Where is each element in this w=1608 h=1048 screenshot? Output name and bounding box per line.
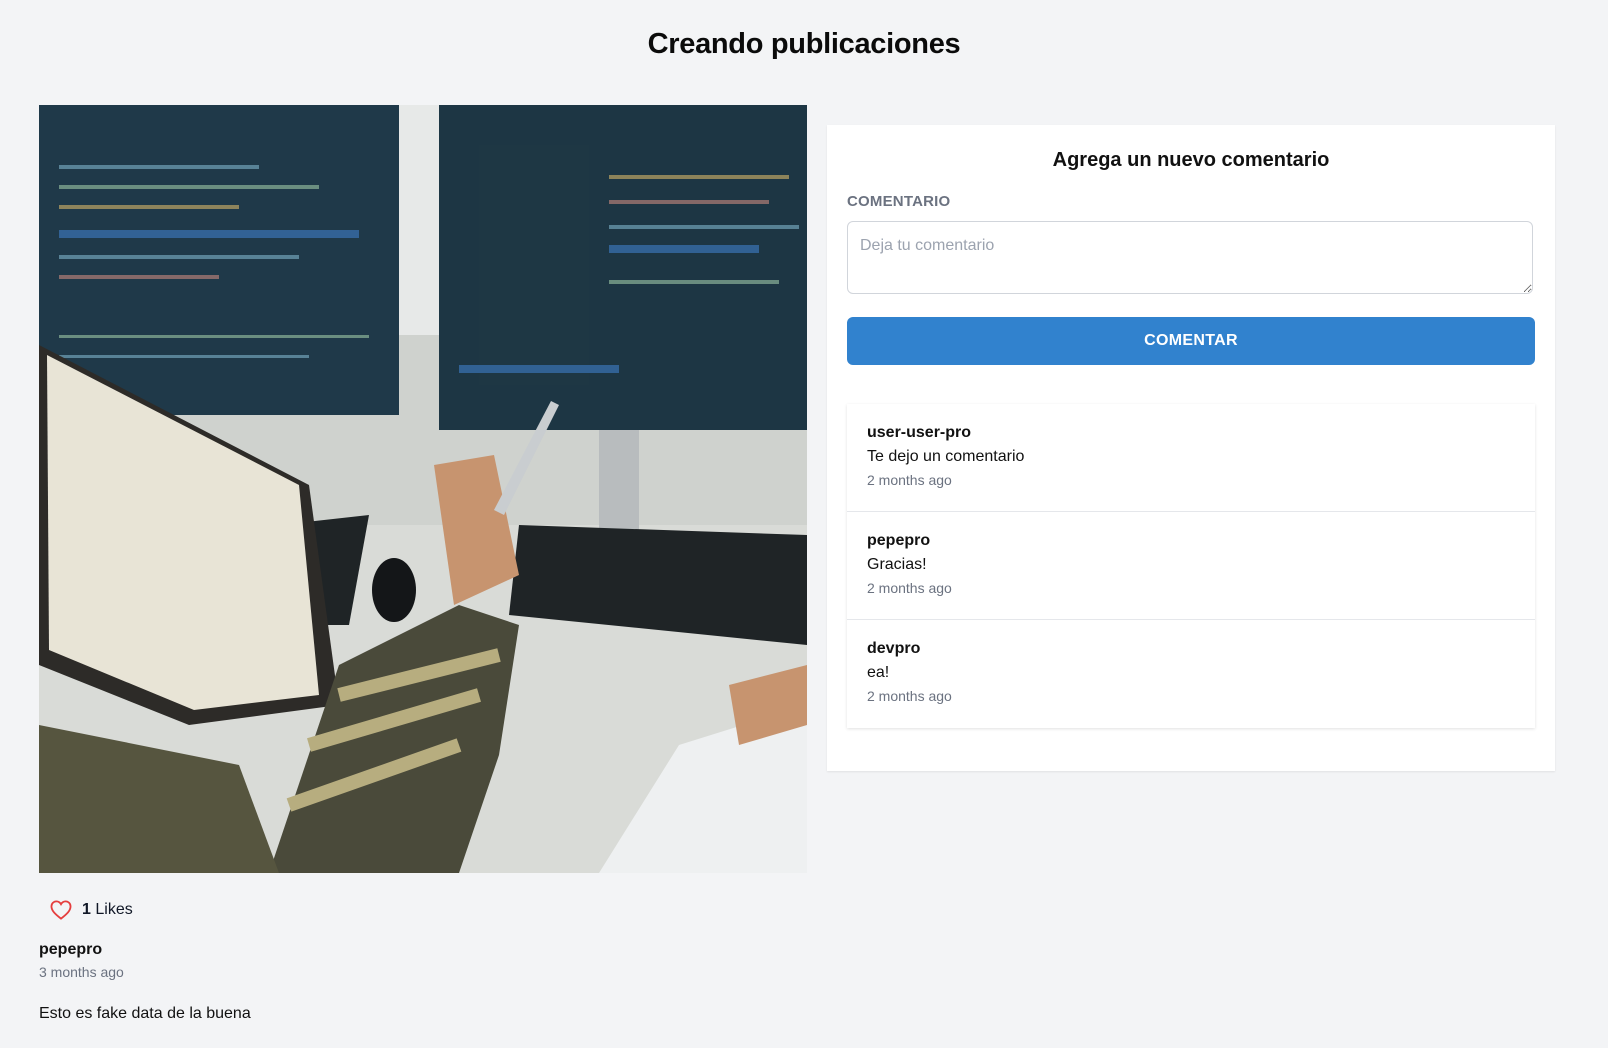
comment-item: pepepro Gracias! 2 months ago — [847, 512, 1535, 620]
comments-panel-title: Agrega un nuevo comentario — [1052, 149, 1330, 171]
likes-row: 1 Likes — [50, 900, 133, 920]
comment-text: Te dejo un comentario — [867, 448, 1025, 465]
page-title: Creando publicaciones — [647, 28, 961, 60]
comment-timestamp: 2 months ago — [867, 580, 952, 596]
comment-input[interactable] — [847, 221, 1533, 294]
comment-list: user-user-pro Te dejo un comentario 2 mo… — [847, 404, 1535, 728]
comment-author: user-user-pro — [867, 424, 972, 441]
post-body: Esto es fake data de la buena — [39, 1005, 251, 1022]
comment-author: devpro — [867, 640, 921, 657]
likes-label: Likes — [95, 901, 133, 918]
heart-outline-icon[interactable] — [50, 900, 72, 920]
comments-panel: Agrega un nuevo comentario COMENTARIO CO… — [827, 125, 1555, 771]
comment-item: user-user-pro Te dejo un comentario 2 mo… — [847, 404, 1535, 512]
comment-item: devpro ea! 2 months ago — [847, 620, 1535, 728]
comment-timestamp: 2 months ago — [867, 688, 952, 704]
post-timestamp: 3 months ago — [39, 964, 124, 980]
post-image — [39, 105, 807, 873]
submit-comment-button[interactable]: COMENTAR — [847, 317, 1535, 365]
comment-timestamp: 2 months ago — [867, 472, 952, 488]
post-author: pepepro — [39, 941, 103, 958]
comment-text: ea! — [867, 664, 890, 681]
likes-count: 1 — [82, 901, 91, 918]
comment-text: Gracias! — [867, 556, 927, 573]
comment-field-label: COMENTARIO — [847, 193, 951, 210]
comment-author: pepepro — [867, 532, 931, 549]
